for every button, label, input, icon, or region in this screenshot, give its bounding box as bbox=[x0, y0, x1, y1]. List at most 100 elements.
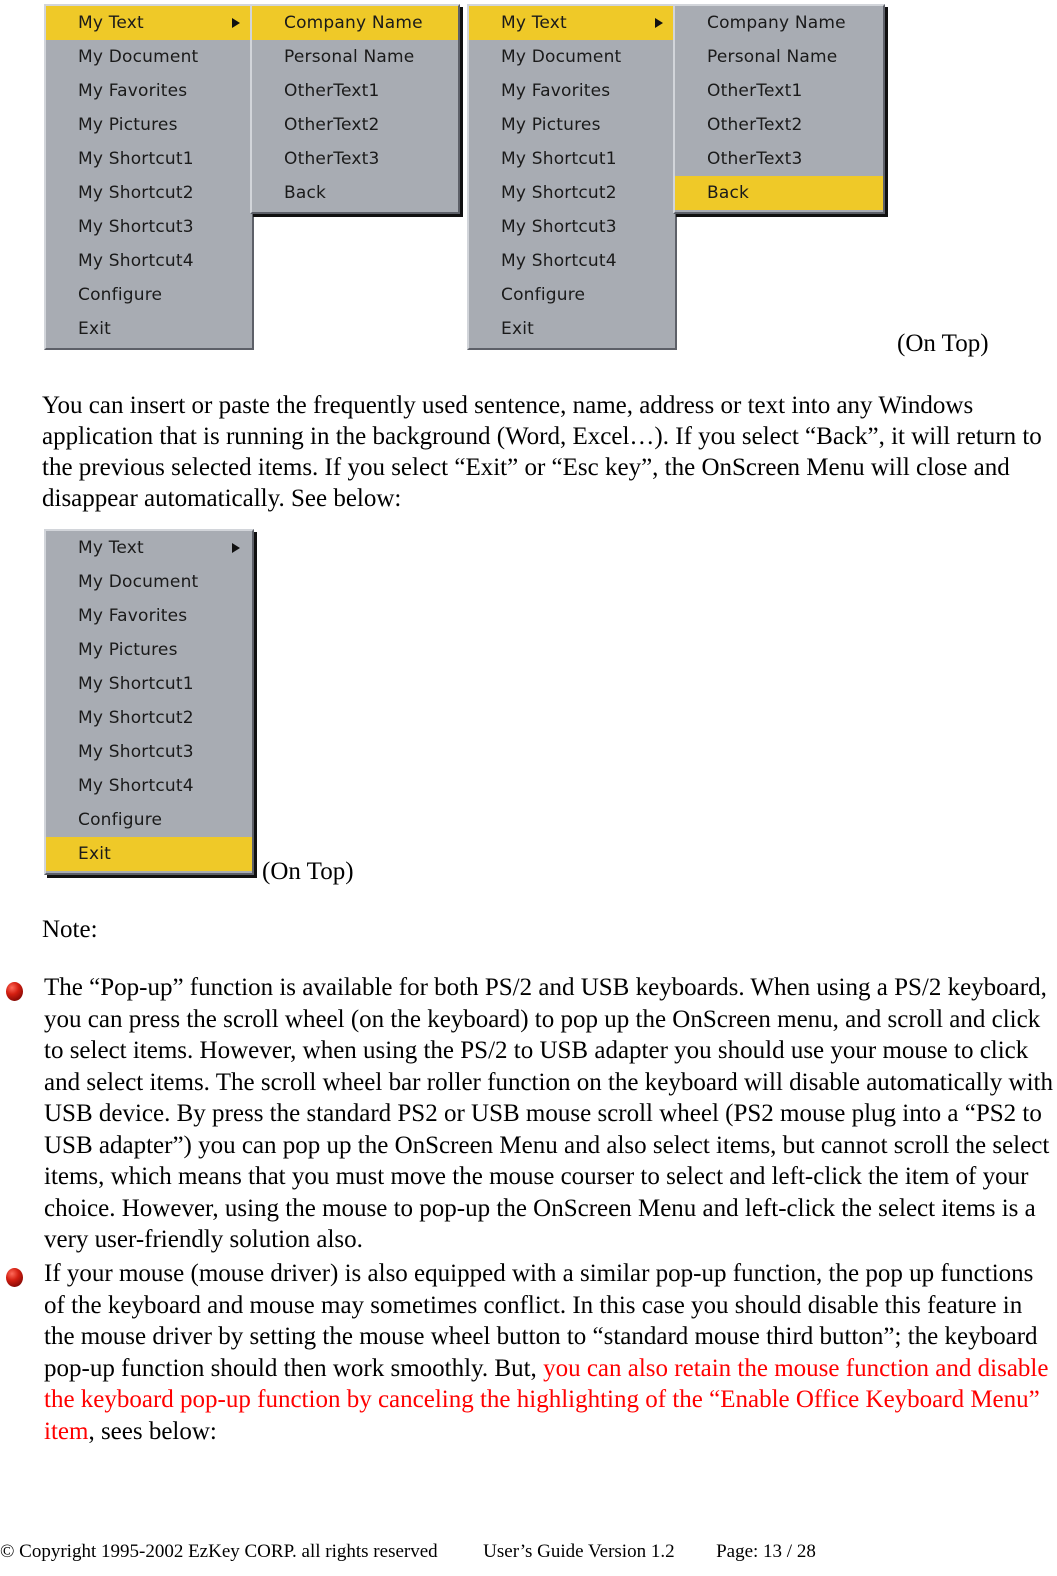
menu-item-label: My Shortcut1 bbox=[78, 674, 194, 694]
menu-item-label: My Text bbox=[78, 13, 144, 33]
menu-item-label: Configure bbox=[501, 285, 586, 305]
menu-item-exit[interactable]: Exit bbox=[469, 312, 675, 346]
submenu-item-othertext2[interactable]: OtherText2 bbox=[252, 108, 458, 142]
submenu-item-company-name[interactable]: Company Name bbox=[675, 6, 883, 40]
menu-item-my-shortcut4[interactable]: My Shortcut4 bbox=[46, 244, 252, 278]
menu-item-label: Back bbox=[284, 183, 327, 203]
submenu-item-back[interactable]: Back bbox=[675, 176, 883, 210]
menu-item-my-shortcut1[interactable]: My Shortcut1 bbox=[46, 667, 252, 701]
menu-item-my-shortcut3[interactable]: My Shortcut3 bbox=[469, 210, 675, 244]
submenu-item-personal-name[interactable]: Personal Name bbox=[675, 40, 883, 74]
submenu-item-othertext1[interactable]: OtherText1 bbox=[252, 74, 458, 108]
menu-item-label: My Document bbox=[78, 572, 199, 592]
figure2-submenu[interactable]: Company Name Personal Name OtherText1 Ot… bbox=[673, 4, 885, 214]
menu-item-my-text[interactable]: My Text bbox=[46, 531, 252, 565]
menu-item-label: My Shortcut1 bbox=[78, 149, 194, 169]
menu-item-my-shortcut4[interactable]: My Shortcut4 bbox=[469, 244, 675, 278]
menu-item-label: Exit bbox=[78, 319, 111, 339]
menu-item-my-shortcut4[interactable]: My Shortcut4 bbox=[46, 769, 252, 803]
menu-item-label: OtherText2 bbox=[707, 115, 803, 135]
menu-item-exit[interactable]: Exit bbox=[46, 837, 252, 871]
menu-item-label: My Pictures bbox=[78, 115, 178, 135]
menu-item-configure[interactable]: Configure bbox=[469, 278, 675, 312]
submenu-item-company-name[interactable]: Company Name bbox=[252, 6, 458, 40]
menu-item-my-favorites[interactable]: My Favorites bbox=[46, 599, 252, 633]
menu-item-label: My Text bbox=[78, 538, 144, 558]
menu-item-label: My Pictures bbox=[501, 115, 601, 135]
menu-item-label: My Shortcut2 bbox=[78, 183, 194, 203]
menu-item-my-shortcut1[interactable]: My Shortcut1 bbox=[46, 142, 252, 176]
menu-item-my-shortcut2[interactable]: My Shortcut2 bbox=[46, 176, 252, 210]
menu-item-label: OtherText3 bbox=[284, 149, 380, 169]
menu-item-my-shortcut1[interactable]: My Shortcut1 bbox=[469, 142, 675, 176]
note-bullet-1: The “Pop-up” function is available for b… bbox=[6, 972, 1054, 1256]
menu-item-label: Back bbox=[707, 183, 750, 203]
menu-item-label: Company Name bbox=[284, 13, 423, 33]
menu-item-configure[interactable]: Configure bbox=[46, 278, 252, 312]
red-sphere-bullet-icon bbox=[6, 982, 23, 1001]
menu-item-label: My Shortcut4 bbox=[501, 251, 617, 271]
menu-item-label: Exit bbox=[78, 844, 111, 864]
menu-item-exit[interactable]: Exit bbox=[46, 312, 252, 346]
submenu-item-personal-name[interactable]: Personal Name bbox=[252, 40, 458, 74]
submenu-item-othertext2[interactable]: OtherText2 bbox=[675, 108, 883, 142]
chevron-right-icon bbox=[232, 543, 240, 553]
menu-item-my-pictures[interactable]: My Pictures bbox=[46, 108, 252, 142]
menu-item-label: Personal Name bbox=[707, 47, 838, 67]
note-bullet-1-text: The “Pop-up” function is available for b… bbox=[44, 974, 1053, 1253]
menu-item-label: My Shortcut1 bbox=[501, 149, 617, 169]
menu-item-my-document[interactable]: My Document bbox=[469, 40, 675, 74]
footer-copyright: © Copyright 1995-2002 EzKey CORP. all ri… bbox=[0, 1541, 438, 1562]
menu-item-label: OtherText1 bbox=[284, 81, 380, 101]
menu-item-label: Exit bbox=[501, 319, 534, 339]
page-footer: © Copyright 1995-2002 EzKey CORP. all ri… bbox=[0, 1541, 1057, 1563]
menu-item-my-favorites[interactable]: My Favorites bbox=[46, 74, 252, 108]
menu-item-label: My Text bbox=[501, 13, 567, 33]
menu-item-label: My Favorites bbox=[78, 81, 188, 101]
menu-item-my-document[interactable]: My Document bbox=[46, 40, 252, 74]
menu-item-my-pictures[interactable]: My Pictures bbox=[469, 108, 675, 142]
red-sphere-bullet-icon bbox=[6, 1268, 23, 1287]
menu-item-my-pictures[interactable]: My Pictures bbox=[46, 633, 252, 667]
figure2-on-top-caption: (On Top) bbox=[897, 330, 989, 357]
menu-item-label: My Favorites bbox=[501, 81, 611, 101]
menu-item-label: Configure bbox=[78, 285, 163, 305]
submenu-item-back[interactable]: Back bbox=[252, 176, 458, 210]
menu-item-label: My Shortcut3 bbox=[501, 217, 617, 237]
note-label: Note: bbox=[42, 916, 98, 943]
chevron-right-icon bbox=[232, 18, 240, 28]
figure2-main-menu[interactable]: My Text My Document My Favorites My Pict… bbox=[467, 4, 677, 350]
menu-item-label: Company Name bbox=[707, 13, 846, 33]
menu-item-label: My Shortcut4 bbox=[78, 776, 194, 796]
note-bullet-2: If your mouse (mouse driver) is also equ… bbox=[6, 1258, 1054, 1447]
menu-item-label: OtherText2 bbox=[284, 115, 380, 135]
figure3-main-menu[interactable]: My Text My Document My Favorites My Pict… bbox=[44, 529, 254, 875]
menu-item-label: My Shortcut2 bbox=[501, 183, 617, 203]
menu-item-label: My Document bbox=[78, 47, 199, 67]
menu-item-label: My Shortcut2 bbox=[78, 708, 194, 728]
menu-item-label: My Shortcut3 bbox=[78, 742, 194, 762]
menu-item-label: OtherText3 bbox=[707, 149, 803, 169]
submenu-item-othertext1[interactable]: OtherText1 bbox=[675, 74, 883, 108]
submenu-item-othertext3[interactable]: OtherText3 bbox=[252, 142, 458, 176]
figure3-on-top-caption: (On Top) bbox=[262, 858, 354, 885]
menu-item-my-shortcut3[interactable]: My Shortcut3 bbox=[46, 210, 252, 244]
menu-item-configure[interactable]: Configure bbox=[46, 803, 252, 837]
submenu-item-othertext3[interactable]: OtherText3 bbox=[675, 142, 883, 176]
menu-item-label: Configure bbox=[78, 810, 163, 830]
menu-item-label: My Favorites bbox=[78, 606, 188, 626]
figure1-main-menu[interactable]: My Text My Document My Favorites My Pict… bbox=[44, 4, 254, 350]
note-bullet-2-text-tail: , sees below: bbox=[88, 1417, 217, 1445]
menu-item-my-favorites[interactable]: My Favorites bbox=[469, 74, 675, 108]
menu-item-my-document[interactable]: My Document bbox=[46, 565, 252, 599]
intro-paragraph: You can insert or paste the frequently u… bbox=[42, 392, 1042, 512]
menu-item-my-shortcut2[interactable]: My Shortcut2 bbox=[46, 701, 252, 735]
menu-item-label: My Shortcut4 bbox=[78, 251, 194, 271]
menu-item-my-text[interactable]: My Text bbox=[46, 6, 252, 40]
footer-guide-version: User’s Guide Version 1.2 bbox=[483, 1541, 675, 1562]
menu-item-label: My Pictures bbox=[78, 640, 178, 660]
menu-item-my-shortcut2[interactable]: My Shortcut2 bbox=[469, 176, 675, 210]
figure1-submenu[interactable]: Company Name Personal Name OtherText1 Ot… bbox=[250, 4, 460, 214]
menu-item-my-shortcut3[interactable]: My Shortcut3 bbox=[46, 735, 252, 769]
menu-item-my-text[interactable]: My Text bbox=[469, 6, 675, 40]
